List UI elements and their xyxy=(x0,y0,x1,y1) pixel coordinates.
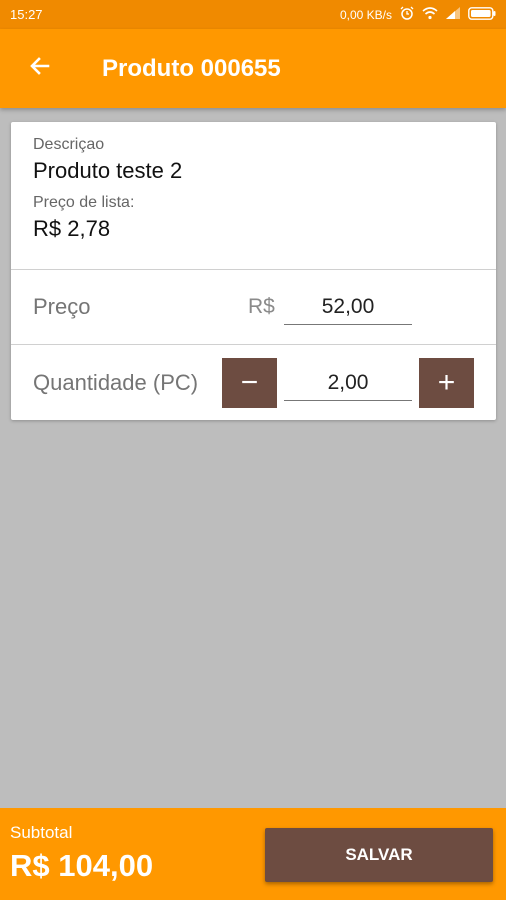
wifi-icon xyxy=(422,6,438,23)
quantity-row: Quantidade (PC) − 2,00 + xyxy=(11,345,496,420)
quantity-input[interactable]: 2,00 xyxy=(284,365,412,401)
save-button[interactable]: SALVAR xyxy=(265,828,493,882)
status-bar: 15:27 0,00 KB/s xyxy=(0,0,506,29)
plus-icon: + xyxy=(437,365,456,399)
currency-label: R$ xyxy=(248,295,275,318)
status-icons: 0,00 KB/s xyxy=(340,6,496,23)
battery-icon xyxy=(468,6,496,23)
price-input[interactable]: 52,00 xyxy=(284,289,412,325)
description-label: Descriçao xyxy=(33,136,105,153)
page-title: Produto 000655 xyxy=(102,54,281,82)
price-row: Preço R$ 52,00 xyxy=(11,270,496,345)
signal-icon xyxy=(446,7,460,22)
price-label: Preço xyxy=(33,294,91,319)
back-button[interactable] xyxy=(0,29,80,108)
arrow-left-icon xyxy=(28,54,52,83)
subtotal-label: Subtotal xyxy=(10,823,73,842)
app-toolbar: Produto 000655 xyxy=(0,29,506,108)
status-time: 15:27 xyxy=(10,7,43,22)
list-price-value: R$ 2,78 xyxy=(33,216,111,241)
subtotal-value: R$ 104,00 xyxy=(10,848,154,883)
network-speed: 0,00 KB/s xyxy=(339,7,392,22)
increment-button[interactable]: + xyxy=(419,357,474,408)
alarm-icon xyxy=(400,6,414,23)
product-info: Descriçao Produto teste 2 Preço de lista… xyxy=(11,122,496,270)
minus-icon: − xyxy=(240,365,259,399)
list-price-label: Preço de lista: xyxy=(33,194,135,211)
quantity-label: Quantidade (PC) xyxy=(33,369,199,395)
description-value: Produto teste 2 xyxy=(33,158,183,183)
product-card: Descriçao Produto teste 2 Preço de lista… xyxy=(11,122,496,420)
decrement-button[interactable]: − xyxy=(222,357,277,408)
bottom-bar: Subtotal R$ 104,00 SALVAR xyxy=(0,808,506,900)
